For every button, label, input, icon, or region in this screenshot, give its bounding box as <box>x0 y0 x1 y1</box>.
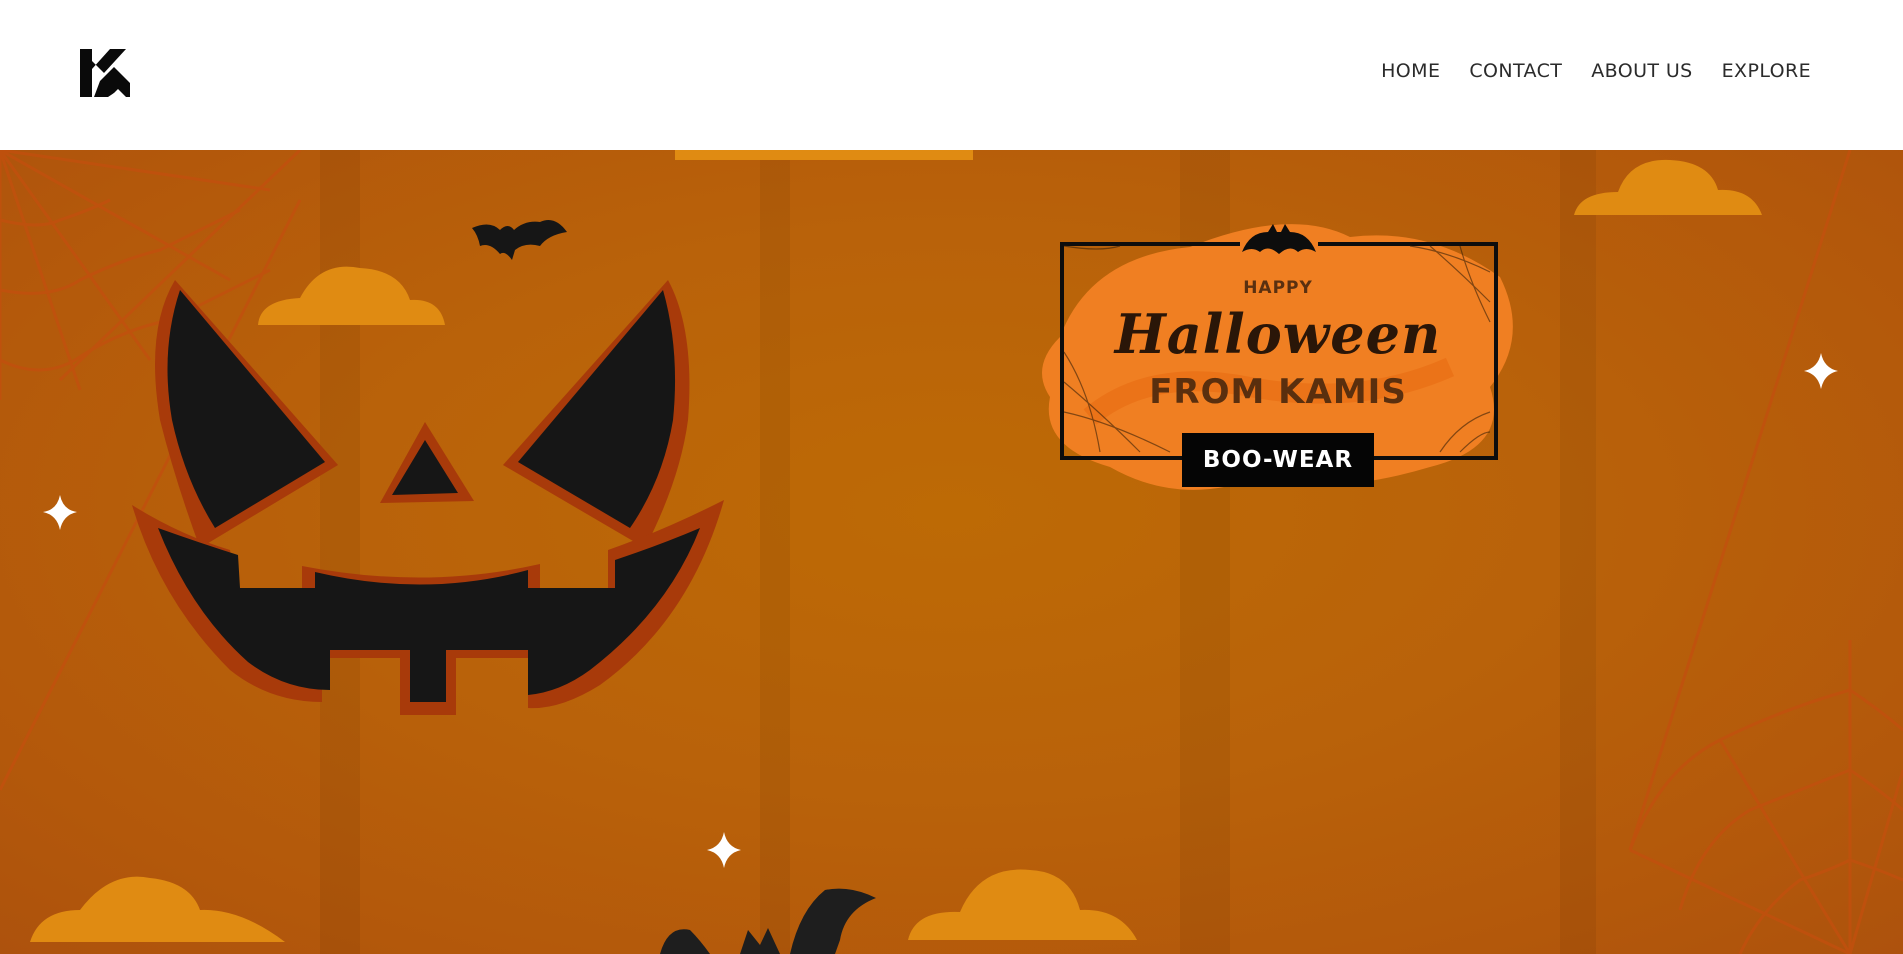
halloween-card: HAPPY Halloween FROM KAMIS <box>1042 224 1513 490</box>
nav-contact[interactable]: CONTACT <box>1469 60 1562 82</box>
boo-wear-badge[interactable]: BOO-WEAR <box>1182 433 1374 487</box>
card-from-text: FROM KAMIS <box>1149 372 1407 412</box>
card-happy-text: HAPPY <box>1243 278 1313 298</box>
site-header: HOME CONTACT ABOUT US EXPLORE <box>0 0 1903 150</box>
main-nav: HOME CONTACT ABOUT US EXPLORE <box>1352 60 1811 82</box>
nav-explore[interactable]: EXPLORE <box>1722 60 1811 82</box>
nav-about-us[interactable]: ABOUT US <box>1591 60 1692 82</box>
hero-illustration <box>0 150 1903 954</box>
pumpkin-face <box>132 280 724 715</box>
nav-home[interactable]: HOME <box>1381 60 1440 82</box>
cobweb-icon <box>1628 150 1903 954</box>
bat-icon <box>472 219 567 260</box>
card-halloween-text: Halloween <box>1114 302 1442 366</box>
hero-banner: HAPPY Halloween FROM KAMIS BOO-WEAR <box>0 150 1903 954</box>
logo-icon[interactable] <box>80 47 130 97</box>
